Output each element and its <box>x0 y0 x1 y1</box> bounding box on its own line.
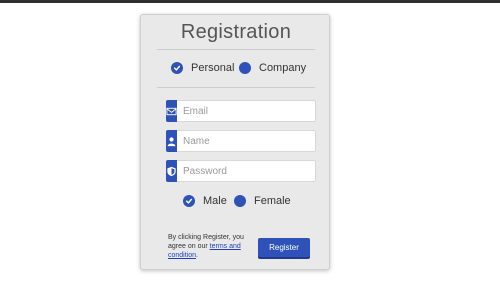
form-title: Registration <box>180 21 292 43</box>
register-button[interactable]: Register <box>258 238 310 257</box>
divider <box>157 87 315 88</box>
check-icon <box>171 62 183 74</box>
account-type-group: Personal Company <box>141 62 331 78</box>
top-bar <box>0 0 500 3</box>
radio-dot-icon <box>234 195 246 207</box>
registration-card: Registration Personal Company Email Name… <box>140 14 330 270</box>
email-input[interactable] <box>177 100 316 122</box>
radio-label: Female <box>254 195 291 207</box>
name-input[interactable] <box>177 130 316 152</box>
radio-dot-icon <box>239 62 251 74</box>
gender-group: Male Female <box>141 195 331 211</box>
radio-label: Company <box>259 62 307 74</box>
user-icon <box>166 130 177 152</box>
terms-text: By clicking Register, you agree on our t… <box>168 233 250 260</box>
divider <box>157 49 315 50</box>
radio-company[interactable]: Company <box>239 62 306 74</box>
shield-icon <box>166 160 177 182</box>
radio-label: Personal <box>191 62 235 74</box>
radio-male[interactable]: Male <box>183 195 227 207</box>
password-input[interactable] <box>177 160 316 182</box>
email-field <box>166 100 316 122</box>
check-icon <box>183 195 195 207</box>
radio-personal[interactable]: Personal <box>171 62 234 74</box>
radio-female[interactable]: Female <box>234 195 291 207</box>
name-field <box>166 130 316 152</box>
envelope-icon <box>166 100 177 122</box>
terms-suffix: . <box>196 252 198 259</box>
password-field <box>166 160 316 182</box>
radio-label: Male <box>203 195 227 207</box>
